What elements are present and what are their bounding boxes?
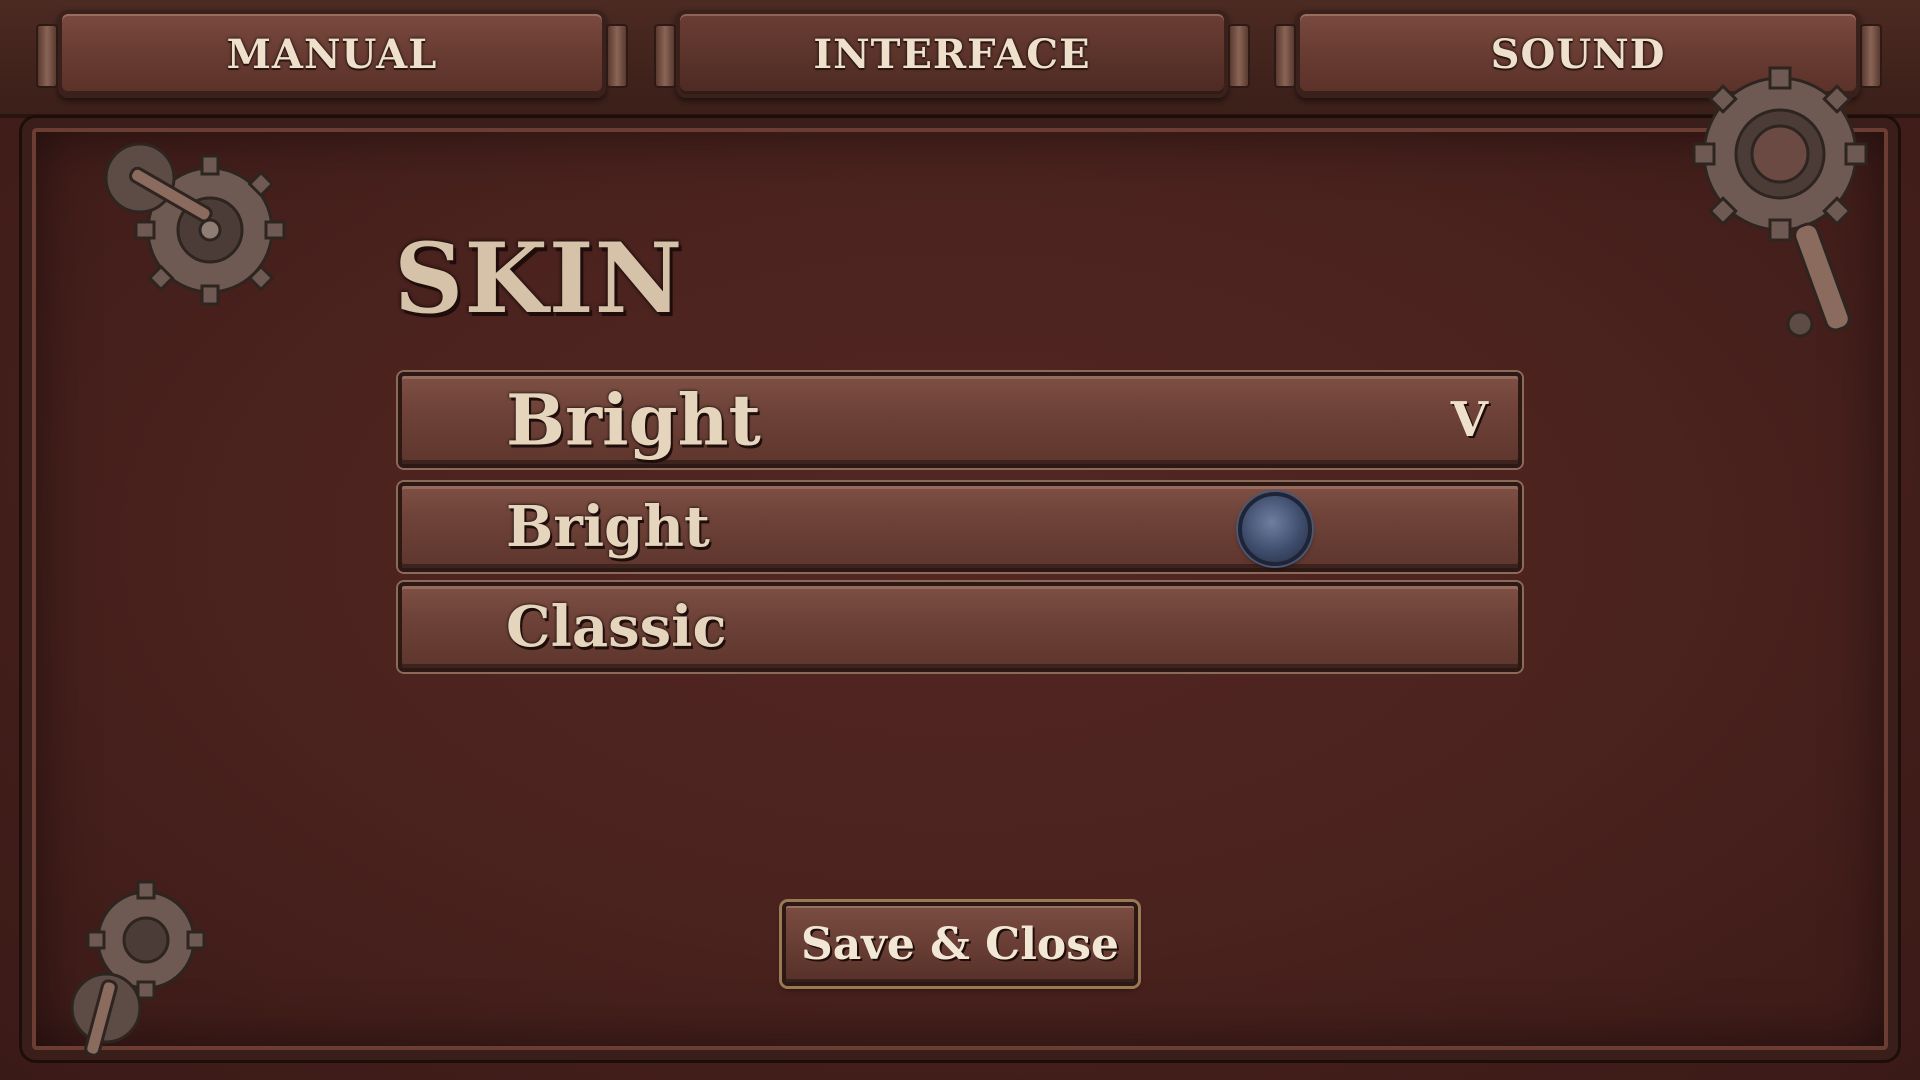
gear-icon [70,880,206,1057]
skin-option-classic[interactable]: Classic [398,582,1522,672]
chevron-down-icon: V [1450,392,1488,448]
skin-dropdown[interactable]: Bright V [398,372,1522,468]
gear-icon [1692,66,1868,338]
tab-manual[interactable]: MANUAL [36,10,628,98]
skin-option-label: Classic [506,594,727,660]
settings-window: MANUAL INTERFACE SOUND SKIN Bright V Bri… [0,0,1920,1080]
tab-sound-label: SOUND [1490,30,1666,78]
tab-manual-label: MANUAL [226,30,438,78]
save-close-label: Save & Close [800,918,1120,970]
gear-icon [104,142,286,306]
skin-option-label: Bright [506,494,710,560]
tab-bar: MANUAL INTERFACE SOUND [0,0,1920,118]
tab-interface-label: INTERFACE [813,30,1091,78]
skin-dropdown-value: Bright [506,378,761,462]
skin-option-bright[interactable]: Bright [398,482,1522,572]
section-title: SKIN [394,222,684,335]
cursor-icon [1238,492,1312,566]
tab-interface[interactable]: INTERFACE [654,10,1250,98]
save-close-button[interactable]: Save & Close [782,902,1138,986]
